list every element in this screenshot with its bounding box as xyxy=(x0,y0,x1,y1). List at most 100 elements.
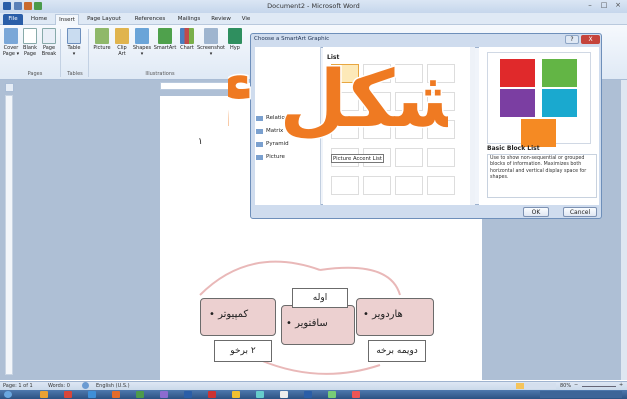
cover-page-button[interactable]: Cover Page ▾ xyxy=(2,28,20,57)
cover-page-icon xyxy=(4,28,18,44)
ruler-toggle[interactable] xyxy=(5,83,14,92)
tab-review[interactable]: Review xyxy=(207,14,235,25)
tab-page-layout[interactable]: Page Layout xyxy=(82,14,126,25)
browser-icon[interactable] xyxy=(88,391,96,398)
table-icon xyxy=(67,28,81,44)
word-count[interactable]: Words: 0 xyxy=(48,383,70,389)
cancel-button[interactable]: Cancel xyxy=(563,207,597,217)
smartart-block-software[interactable]: سافتویر • xyxy=(281,305,355,345)
preview-block-orange xyxy=(521,119,556,147)
app-icon[interactable] xyxy=(328,391,336,398)
zoom-in-icon[interactable]: + xyxy=(619,382,623,388)
picture-button[interactable]: Picture xyxy=(91,28,113,52)
layout-thumbnail[interactable] xyxy=(427,176,455,195)
zoom-slider[interactable] xyxy=(582,386,616,387)
help-icon[interactable]: ? xyxy=(565,35,579,44)
picture-icon xyxy=(95,28,109,44)
preview-block-teal xyxy=(542,89,577,117)
page-count[interactable]: Page: 1 of 1 xyxy=(3,383,33,389)
media-icon[interactable] xyxy=(112,391,120,398)
smartart-block-hardware[interactable]: هاردویر • xyxy=(356,298,434,336)
clip-art-button[interactable]: Clip Art xyxy=(114,28,130,57)
window-title: Document2 - Microsoft Word xyxy=(267,2,360,10)
hyperlink-icon xyxy=(228,28,242,44)
page-number-text: ۱ xyxy=(198,137,203,147)
blank-page-button[interactable]: Blank Page xyxy=(21,28,39,57)
system-tray[interactable] xyxy=(540,391,622,398)
minimize-icon[interactable]: – xyxy=(584,1,596,10)
app-icon[interactable] xyxy=(256,391,264,398)
status-bar: Page: 1 of 1 Words: 0 English (U.S.) 80%… xyxy=(0,381,627,390)
layout-thumbnail[interactable] xyxy=(363,176,391,195)
gallery-scrollbar[interactable] xyxy=(470,47,475,205)
explorer-icon[interactable] xyxy=(40,391,48,398)
layout-thumbnail[interactable] xyxy=(395,176,423,195)
smartart-label-second-part[interactable]: دویمه برخه xyxy=(368,340,426,362)
vertical-scrollbar[interactable] xyxy=(621,80,627,380)
app-icon[interactable] xyxy=(232,391,240,398)
bullet: • xyxy=(286,318,292,329)
language[interactable]: English (U.S.) xyxy=(96,383,130,389)
proofing-icon[interactable] xyxy=(82,382,89,389)
overlay-heading: ۴ شکل xyxy=(203,48,472,147)
maximize-icon[interactable]: □ xyxy=(598,1,610,10)
tab-file[interactable]: File xyxy=(3,14,23,25)
smartart-button[interactable]: SmartArt xyxy=(153,28,177,52)
view-buttons[interactable] xyxy=(516,383,556,389)
app-icon[interactable] xyxy=(64,391,72,398)
ok-button[interactable]: OK xyxy=(523,207,549,217)
close-window-icon[interactable]: × xyxy=(612,1,624,10)
group-label-pages: Pages xyxy=(27,71,43,77)
tab-insert[interactable]: Insert xyxy=(55,14,79,25)
word-taskbar-icon[interactable] xyxy=(184,391,192,398)
chart-icon xyxy=(180,28,194,44)
preview-block-purple xyxy=(500,89,535,117)
page-break-icon xyxy=(42,28,56,44)
layout-tooltip: Picture Accent List xyxy=(331,154,384,163)
smartart-label-part2[interactable]: ۲ برخو xyxy=(214,340,272,362)
tab-home[interactable]: Home xyxy=(27,14,51,25)
app-icon[interactable] xyxy=(280,391,288,398)
group-label-tables: Tables xyxy=(67,71,83,77)
group-label-illustrations: Illustrations xyxy=(145,71,175,77)
screenshot-button[interactable]: Screenshot ▾ xyxy=(197,28,225,57)
zoom-level[interactable]: 80% xyxy=(560,383,571,389)
tab-mailings[interactable]: Mailings xyxy=(174,14,204,25)
page-break-button[interactable]: Page Break xyxy=(40,28,58,57)
ribbon-tabs: File Home Insert Page Layout References … xyxy=(0,13,627,25)
overlay-heading-graphic: ۴ شکل xyxy=(203,54,472,147)
picture-category-icon xyxy=(256,155,263,160)
layout-thumbnail[interactable] xyxy=(331,176,359,195)
tab-view[interactable]: Vie xyxy=(239,14,253,25)
tab-references[interactable]: References xyxy=(130,14,170,25)
app-icon[interactable] xyxy=(352,391,360,398)
bullet: • xyxy=(209,309,215,320)
close-icon[interactable]: X xyxy=(581,35,600,44)
screenshot-icon xyxy=(204,28,218,44)
app-icon[interactable] xyxy=(136,391,144,398)
layout-thumbnail[interactable] xyxy=(427,148,455,167)
overlay-text: ۴ شکل xyxy=(228,55,448,144)
dialog-title: Choose a SmartArt Graphic xyxy=(254,36,330,42)
preview-block-green xyxy=(542,59,577,87)
shapes-button[interactable]: Shapes ▾ xyxy=(132,28,152,57)
app-icon[interactable] xyxy=(304,391,312,398)
zoom-out-icon[interactable]: − xyxy=(574,382,578,388)
smartart-block-computer[interactable]: کمپیوتر • xyxy=(200,298,276,336)
preview-block-red xyxy=(500,59,535,87)
table-button[interactable]: Table ▾ xyxy=(63,28,85,57)
clip-art-icon xyxy=(115,28,129,44)
category-picture[interactable]: Picture xyxy=(255,153,315,162)
app-icon[interactable] xyxy=(208,391,216,398)
layout-thumbnail[interactable] xyxy=(395,148,423,167)
vertical-ruler[interactable] xyxy=(5,95,13,375)
group-separator xyxy=(60,29,61,77)
preview-description: Use to show non-sequential or grouped bl… xyxy=(487,154,597,198)
start-icon[interactable] xyxy=(4,391,12,398)
chart-button[interactable]: Chart xyxy=(178,28,196,52)
group-separator xyxy=(88,29,89,77)
smartart-label-first[interactable]: اوله xyxy=(292,288,348,308)
smartart-icon xyxy=(158,28,172,44)
smartart-text: سافتویر xyxy=(295,318,328,329)
app-icon[interactable] xyxy=(160,391,168,398)
